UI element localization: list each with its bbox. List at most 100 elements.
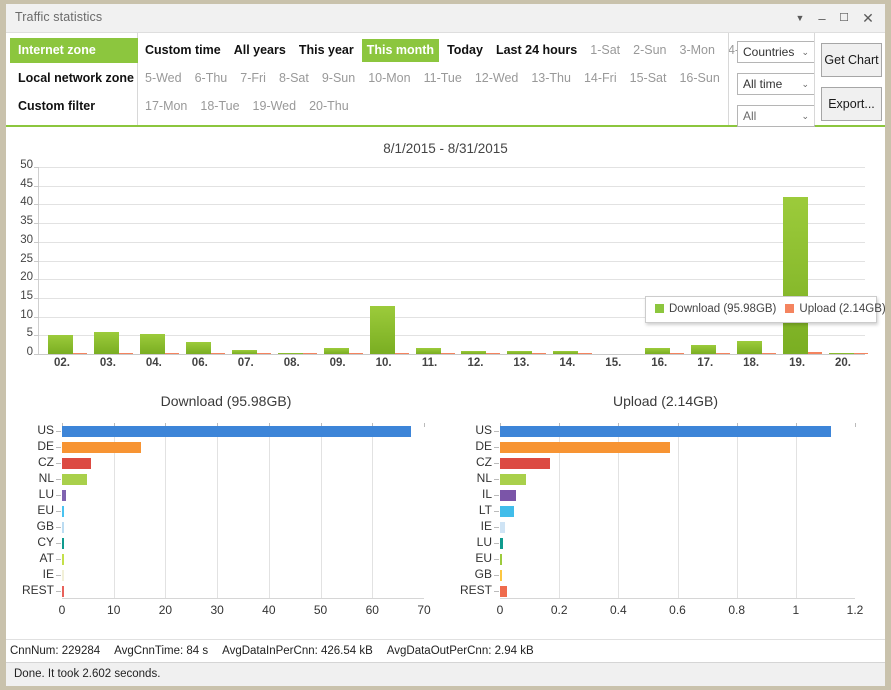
country-bar[interactable] — [500, 522, 505, 533]
time-range-select[interactable]: All time ⌄ — [737, 73, 815, 95]
chevron-down-icon[interactable]: ▼ — [789, 4, 811, 33]
period-last-24-hours[interactable]: Last 24 hours — [491, 39, 582, 62]
period-5-wed[interactable]: 5-Wed — [140, 67, 187, 90]
period-3-mon[interactable]: 3-Mon — [675, 39, 720, 62]
country-bar[interactable] — [500, 538, 503, 549]
country-bar[interactable] — [62, 490, 66, 501]
export-button[interactable]: Export... — [821, 87, 882, 121]
upload-bar[interactable] — [441, 353, 455, 354]
upload-bar[interactable] — [532, 353, 546, 354]
download-bar[interactable] — [370, 306, 395, 354]
close-icon[interactable]: ✕ — [857, 4, 879, 33]
download-bar[interactable] — [416, 348, 441, 354]
upload-bar[interactable] — [486, 353, 500, 354]
zone-internet[interactable]: Internet zone — [10, 38, 138, 63]
period-9-sun[interactable]: 9-Sun — [317, 67, 360, 90]
period-today[interactable]: Today — [442, 39, 488, 62]
country-bar[interactable] — [62, 474, 87, 485]
country-bar[interactable] — [62, 506, 64, 517]
country-bar[interactable] — [62, 426, 411, 437]
daily-traffic-plot[interactable]: 0510152025303540455002.03.04.06.07.08.09… — [38, 167, 865, 354]
upload-bar[interactable] — [73, 353, 87, 354]
download-bar[interactable] — [324, 348, 349, 354]
period-7-fri[interactable]: 7-Fri — [235, 67, 271, 90]
zone-custom-filter[interactable]: Custom filter — [10, 94, 138, 119]
period-19-wed[interactable]: 19-Wed — [248, 95, 302, 118]
download-bar[interactable] — [783, 197, 808, 354]
y-axis-tick-label: 45 — [0, 178, 33, 190]
country-bar[interactable] — [500, 442, 670, 453]
maximize-icon[interactable]: ☐ — [833, 4, 855, 33]
upload-bar[interactable] — [257, 353, 271, 354]
upload-bar[interactable] — [165, 353, 179, 354]
zone-local-network[interactable]: Local network zone — [10, 66, 138, 91]
period-17-mon[interactable]: 17-Mon — [140, 95, 192, 118]
period-12-wed[interactable]: 12-Wed — [470, 67, 524, 90]
upload-bar[interactable] — [395, 353, 409, 354]
upload-bar[interactable] — [211, 353, 225, 354]
period-8-sat[interactable]: 8-Sat — [274, 67, 314, 90]
download-bar[interactable] — [737, 341, 762, 354]
upload-chart-plot[interactable]: 00.20.40.60.811.2RESTGBEULUIELTILNLCZDEU… — [500, 423, 855, 599]
upload-bar[interactable] — [670, 353, 684, 354]
group-by-select[interactable]: Countries ⌄ — [737, 41, 815, 63]
upload-bar[interactable] — [808, 352, 822, 354]
download-bar[interactable] — [645, 348, 670, 354]
country-bar[interactable] — [500, 426, 831, 437]
country-bar[interactable] — [500, 458, 550, 469]
minimize-icon[interactable]: – — [811, 4, 833, 33]
download-bar[interactable] — [507, 351, 532, 354]
download-chart-plot[interactable]: 010203040506070RESTIEATCYGBEULUNLCZDEUS — [62, 423, 424, 599]
download-bar[interactable] — [829, 353, 854, 354]
period-1-sat[interactable]: 1-Sat — [585, 39, 625, 62]
country-bar[interactable] — [500, 490, 516, 501]
country-bar[interactable] — [62, 458, 91, 469]
period-2-sun[interactable]: 2-Sun — [628, 39, 671, 62]
country-bar[interactable] — [62, 570, 64, 581]
period-all-years[interactable]: All years — [229, 39, 291, 62]
upload-bar[interactable] — [762, 353, 776, 354]
period-this-year[interactable]: This year — [294, 39, 359, 62]
upload-bar[interactable] — [854, 353, 868, 354]
x-axis-tick-label: 0.2 — [539, 603, 579, 617]
download-bar[interactable] — [553, 351, 578, 354]
upload-bar[interactable] — [578, 353, 592, 354]
period-18-tue[interactable]: 18-Tue — [195, 95, 244, 118]
period-15-sat[interactable]: 15-Sat — [625, 67, 672, 90]
country-bar[interactable] — [500, 570, 502, 581]
country-bar[interactable] — [62, 522, 64, 533]
country-bar[interactable] — [500, 506, 514, 517]
country-bar[interactable] — [62, 442, 141, 453]
period-14-fri[interactable]: 14-Fri — [579, 67, 622, 90]
download-bar[interactable] — [140, 334, 165, 354]
download-bar[interactable] — [186, 342, 211, 354]
upload-bar[interactable] — [303, 353, 317, 354]
filter-select[interactable]: All ⌄ — [737, 105, 815, 127]
period-10-mon[interactable]: 10-Mon — [363, 67, 415, 90]
country-bar[interactable] — [500, 554, 502, 565]
period-20-thu[interactable]: 20-Thu — [304, 95, 354, 118]
upload-bar[interactable] — [349, 353, 363, 354]
country-bar[interactable] — [62, 538, 64, 549]
download-bar[interactable] — [278, 353, 303, 354]
period-6-thu[interactable]: 6-Thu — [190, 67, 233, 90]
period-this-month[interactable]: This month — [362, 39, 439, 62]
period-custom-time[interactable]: Custom time — [140, 39, 226, 62]
download-bar[interactable] — [461, 351, 486, 354]
upload-bar[interactable] — [716, 353, 730, 354]
country-bar[interactable] — [62, 554, 64, 565]
download-bar[interactable] — [232, 350, 257, 354]
download-bar[interactable] — [94, 332, 119, 354]
country-bar[interactable] — [500, 586, 507, 597]
y-axis-tick-mark — [56, 543, 61, 544]
get-chart-button[interactable]: Get Chart — [821, 43, 882, 77]
upload-bar[interactable] — [119, 353, 133, 354]
x-axis-tick-label: 50 — [301, 603, 341, 617]
country-bar[interactable] — [62, 586, 64, 597]
period-16-sun[interactable]: 16-Sun — [674, 67, 724, 90]
download-bar[interactable] — [48, 335, 73, 354]
period-11-tue[interactable]: 11-Tue — [419, 67, 467, 90]
period-13-thu[interactable]: 13-Thu — [526, 67, 576, 90]
country-bar[interactable] — [500, 474, 526, 485]
download-bar[interactable] — [691, 345, 716, 354]
